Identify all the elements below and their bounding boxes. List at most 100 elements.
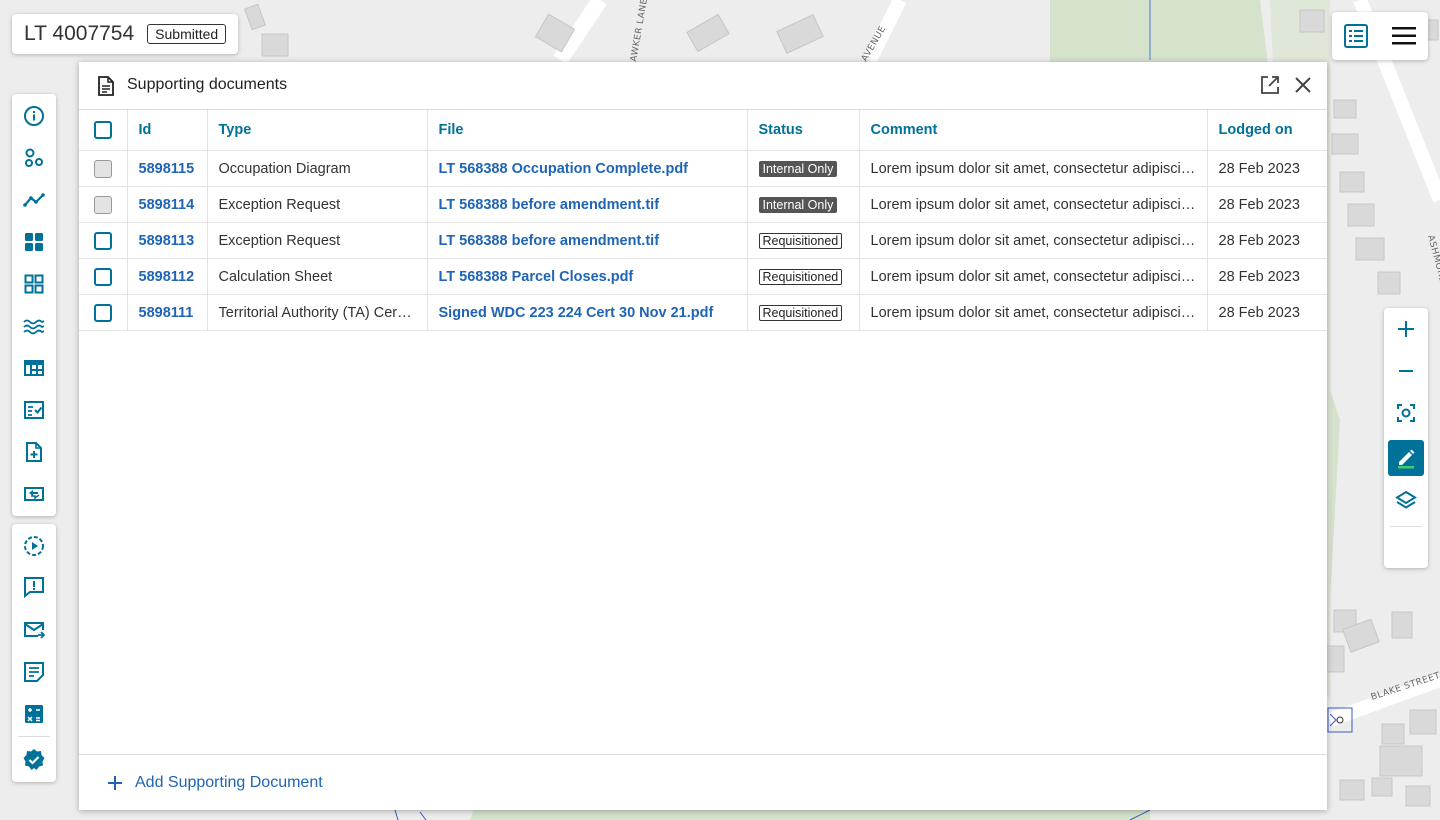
column-header-file[interactable]: File xyxy=(427,110,748,151)
water-button[interactable] xyxy=(19,311,49,341)
panel-header: Supporting documents xyxy=(79,62,1327,110)
table-row[interactable]: 5898112 Calculation Sheet LT 568388 Parc… xyxy=(79,258,1327,295)
table-row[interactable]: 5898113 Exception Request LT 568388 befo… xyxy=(79,222,1327,259)
map-tools-toolbar xyxy=(1384,308,1428,568)
traverse-button[interactable] xyxy=(19,185,49,215)
document-type: Occupation Diagram xyxy=(207,150,428,187)
popout-icon[interactable] xyxy=(1260,75,1280,95)
row-checkbox[interactable] xyxy=(93,303,112,322)
menu-button[interactable] xyxy=(1386,18,1422,54)
documents-table: Id Type File Status Comment Lodged on 58… xyxy=(79,110,1327,331)
document-comment: Lorem ipsum dolor sit amet, consectetur … xyxy=(859,222,1208,259)
row-checkbox[interactable] xyxy=(93,231,112,250)
playback-button[interactable] xyxy=(19,531,49,561)
status-badge: Submitted xyxy=(147,24,227,44)
notes-icon xyxy=(24,662,44,682)
document-file-link[interactable]: LT 568388 Occupation Complete.pdf xyxy=(427,150,748,187)
layers-button[interactable] xyxy=(1388,483,1424,519)
checklist-icon xyxy=(24,401,44,419)
hamburger-menu-icon xyxy=(1392,27,1416,45)
document-id-link[interactable]: 5898112 xyxy=(127,258,208,295)
table-button[interactable] xyxy=(19,353,49,383)
table-icon xyxy=(24,360,44,376)
notes-button[interactable] xyxy=(19,657,49,687)
table-row[interactable]: 5898111 Territorial Authority (TA) Certi… xyxy=(79,294,1327,331)
validate-button[interactable] xyxy=(19,745,49,775)
dashboard-button[interactable] xyxy=(19,227,49,257)
plan-id: LT 4007754 xyxy=(24,22,135,45)
edit-button[interactable] xyxy=(1388,440,1424,476)
panel-title: Supporting documents xyxy=(127,76,288,93)
add-file-button[interactable] xyxy=(19,437,49,467)
layers-icon xyxy=(1395,490,1417,509)
info-button[interactable] xyxy=(19,101,49,131)
checklist-button[interactable] xyxy=(19,395,49,425)
zoom-out-button[interactable] xyxy=(1388,353,1424,389)
feedback-button[interactable] xyxy=(19,572,49,602)
water-icon xyxy=(23,319,45,335)
document-id-link[interactable]: 5898114 xyxy=(127,186,208,223)
document-lodged-date: 28 Feb 2023 xyxy=(1207,186,1327,223)
parcels-button[interactable] xyxy=(19,143,49,173)
document-file-link[interactable]: Signed WDC 223 224 Cert 30 Nov 21.pdf xyxy=(427,294,748,331)
column-header-type[interactable]: Type xyxy=(207,110,428,151)
row-checkbox xyxy=(93,159,112,178)
document-comment: Lorem ipsum dolor sit amet, consectetur … xyxy=(859,294,1208,331)
document-lodged-date: 28 Feb 2023 xyxy=(1207,294,1327,331)
column-header-status[interactable]: Status xyxy=(747,110,860,151)
grid-outline-button[interactable] xyxy=(19,269,49,299)
zoom-out-icon xyxy=(1399,370,1413,372)
swap-button[interactable] xyxy=(19,479,49,509)
document-icon xyxy=(98,76,114,96)
status-badge: Internal Only xyxy=(758,196,838,213)
zoom-in-button[interactable] xyxy=(1388,311,1424,347)
file-add-icon xyxy=(26,442,42,462)
list-view-button[interactable] xyxy=(1338,18,1374,54)
document-type: Exception Request xyxy=(207,186,428,223)
add-supporting-document-button[interactable]: Add Supporting Document xyxy=(107,774,323,792)
document-type: Exception Request xyxy=(207,222,428,259)
document-comment: Lorem ipsum dolor sit amet, consectetur … xyxy=(859,258,1208,295)
swap-icon xyxy=(24,487,44,501)
document-file-link[interactable]: LT 568388 Parcel Closes.pdf xyxy=(427,258,748,295)
column-header-comment[interactable]: Comment xyxy=(859,110,1208,151)
zoom-to-extent-button[interactable] xyxy=(1388,395,1424,431)
row-checkbox[interactable] xyxy=(93,267,112,286)
column-header-id[interactable]: Id xyxy=(127,110,208,151)
document-id-link[interactable]: 5898113 xyxy=(127,222,208,259)
table-row[interactable]: 5898114 Exception Request LT 568388 befo… xyxy=(79,186,1327,223)
close-icon[interactable] xyxy=(1293,75,1313,95)
table-row[interactable]: 5898115 Occupation Diagram LT 568388 Occ… xyxy=(79,150,1327,187)
top-right-controls xyxy=(1332,12,1428,60)
plus-icon xyxy=(108,776,122,790)
document-id-link[interactable]: 5898111 xyxy=(127,294,208,331)
document-type: Calculation Sheet xyxy=(207,258,428,295)
status-badge: Internal Only xyxy=(758,160,838,177)
mail-button[interactable] xyxy=(19,615,49,645)
document-id-link[interactable]: 5898115 xyxy=(127,150,208,187)
calculator-icon xyxy=(25,705,43,723)
plan-title-chip: LT 4007754 Submitted xyxy=(12,14,239,54)
status-badge: Requisitioned xyxy=(758,232,843,249)
select-all-checkbox[interactable] xyxy=(93,121,112,139)
left-toolbar-primary xyxy=(12,94,56,516)
play-circle-icon xyxy=(24,536,44,556)
left-toolbar-secondary xyxy=(12,524,56,782)
calculator-button[interactable] xyxy=(19,699,49,729)
mail-icon xyxy=(24,622,45,639)
document-file-link[interactable]: LT 568388 before amendment.tif xyxy=(427,222,748,259)
list-view-icon xyxy=(1344,24,1368,48)
add-supporting-document-label: Add Supporting Document xyxy=(135,774,323,791)
document-type: Territorial Authority (TA) Certificate xyxy=(207,294,428,331)
table-header-row: Id Type File Status Comment Lodged on xyxy=(79,110,1327,151)
zoom-in-icon xyxy=(1398,321,1414,337)
document-lodged-date: 28 Feb 2023 xyxy=(1207,258,1327,295)
column-header-lodged-on[interactable]: Lodged on xyxy=(1207,110,1327,151)
grid-outline-icon xyxy=(24,274,44,294)
grid-icon xyxy=(25,233,43,251)
document-file-link[interactable]: LT 568388 before amendment.tif xyxy=(427,186,748,223)
zoom-to-extent-icon xyxy=(1397,404,1415,422)
document-lodged-date: 28 Feb 2023 xyxy=(1207,222,1327,259)
document-comment: Lorem ipsum dolor sit amet, consectetur … xyxy=(859,150,1208,187)
traverse-icon xyxy=(23,193,45,207)
